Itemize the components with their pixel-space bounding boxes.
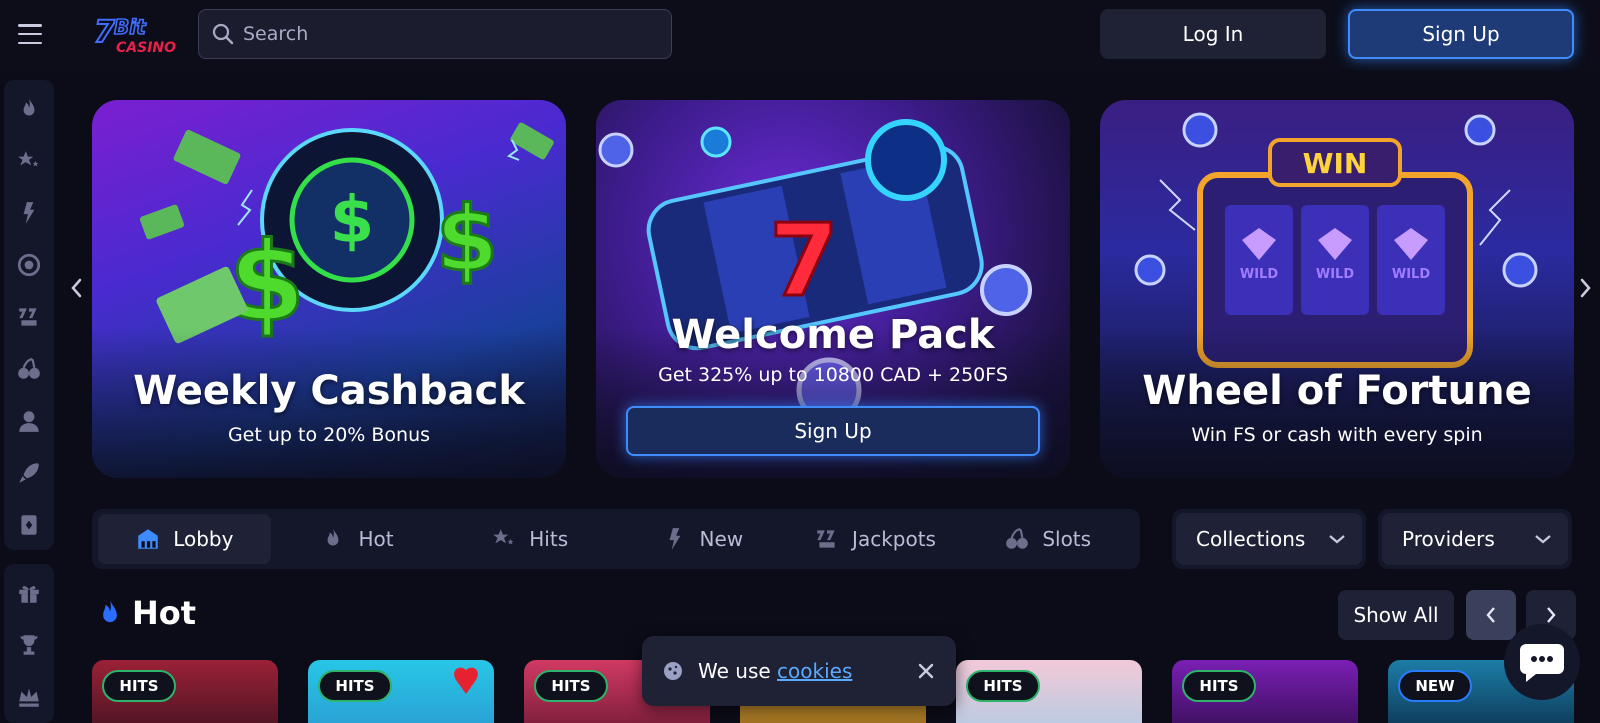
tab-lobby[interactable]: Lobby: [98, 514, 271, 564]
jackpot-icon[interactable]: [12, 300, 46, 334]
lobby-icon: [138, 529, 158, 549]
carousel-next-arrow[interactable]: [1578, 276, 1594, 300]
chevron-down-icon: [1535, 535, 1551, 544]
banner-wheel-of-fortune[interactable]: WIN WILD WILD WILD Wheel of Fortune Win …: [1100, 100, 1574, 478]
trophy-icon[interactable]: [12, 628, 46, 662]
rocket-icon[interactable]: [12, 456, 46, 490]
svg-text:7: 7: [94, 15, 115, 50]
star-icon[interactable]: [12, 144, 46, 178]
banner-subtitle: Get up to 20% Bonus: [227, 424, 431, 446]
banner-title: Welcome Pack: [671, 312, 995, 358]
fire-icon: [103, 599, 117, 623]
menu-icon[interactable]: [18, 24, 42, 44]
tab-label: Hits: [529, 527, 569, 551]
svg-text:$: $: [436, 187, 499, 292]
banner-subtitle: Win FS or cash with every spin: [1191, 424, 1483, 446]
search-icon: [212, 23, 234, 45]
login-button[interactable]: Log In: [1100, 9, 1326, 59]
game-badge: HITS: [318, 670, 392, 702]
wild-symbol: WILD: [1316, 267, 1354, 282]
win-sign: WIN: [1303, 147, 1368, 180]
tab-hits[interactable]: Hits: [443, 514, 616, 564]
cherry-icon[interactable]: [12, 352, 46, 386]
casino-logo[interactable]: 7 Bit CASINO: [92, 12, 184, 58]
banner-subtitle: Get 325% up to 10800 CAD + 250FS: [658, 364, 1008, 386]
wild-symbol: WILD: [1240, 267, 1278, 282]
chevron-right-icon: [1547, 607, 1556, 623]
cookie-text: We use: [698, 659, 771, 683]
fire-icon: [328, 528, 339, 546]
tab-jackpots[interactable]: Jackpots: [789, 514, 962, 564]
sidebar-categories: [4, 80, 54, 550]
game-badge: HITS: [1182, 670, 1256, 702]
tab-label: Hot: [358, 527, 394, 551]
top-bar: 7 Bit CASINO Log In Sign Up: [0, 0, 1600, 70]
chat-button[interactable]: [1504, 624, 1580, 700]
game-tile[interactable]: HITS: [1172, 660, 1358, 723]
svg-text:Bit: Bit: [114, 15, 147, 39]
category-tabs: Lobby Hot Hits New Jackpots Slots: [92, 509, 1140, 569]
banner-welcome-pack[interactable]: 7 Welcome Pack Get 325% up to 10800 CAD …: [596, 100, 1070, 478]
lightning-icon[interactable]: [12, 196, 46, 230]
search-bar[interactable]: [198, 9, 672, 59]
search-input[interactable]: [243, 23, 643, 45]
show-all-button[interactable]: Show All: [1338, 590, 1454, 640]
tab-label: Lobby: [173, 527, 234, 551]
card-icon[interactable]: [12, 508, 46, 542]
game-tile[interactable]: HITS: [956, 660, 1142, 723]
gem-icon: [454, 667, 478, 694]
wild-symbol: WILD: [1392, 267, 1430, 282]
game-badge: NEW: [1398, 670, 1472, 702]
close-icon[interactable]: [916, 661, 936, 681]
section-title-text: Hot: [132, 594, 197, 632]
tab-label: New: [699, 527, 744, 551]
games-prev-button[interactable]: [1466, 590, 1516, 640]
tab-hot[interactable]: Hot: [271, 514, 444, 564]
live-dealer-icon[interactable]: [12, 404, 46, 438]
sidebar: [0, 70, 58, 723]
banner-title: Wheel of Fortune: [1142, 368, 1532, 414]
banner-title: Weekly Cashback: [133, 368, 525, 414]
tab-new[interactable]: New: [616, 514, 789, 564]
section-title: Hot: [96, 594, 196, 632]
dropdown-label: Providers: [1402, 527, 1495, 551]
providers-dropdown[interactable]: Providers: [1378, 509, 1572, 569]
chevron-down-icon: [1329, 535, 1345, 544]
lightning-icon: [669, 528, 680, 550]
cookies-link[interactable]: cookies: [777, 659, 852, 683]
sidebar-extras: [4, 564, 54, 723]
banner-weekly-cashback[interactable]: $ $ $ Weekly Cashback Get up to 20% Bonu…: [92, 100, 566, 478]
fire-icon[interactable]: [12, 92, 46, 126]
tab-slots[interactable]: Slots: [961, 514, 1134, 564]
game-tile[interactable]: HITS: [92, 660, 278, 723]
svg-text:CASINO: CASINO: [116, 40, 176, 56]
collections-dropdown[interactable]: Collections: [1172, 509, 1366, 569]
tab-label: Jackpots: [852, 527, 936, 551]
tab-label: Slots: [1042, 527, 1092, 551]
signup-button[interactable]: Sign Up: [1348, 9, 1574, 59]
star-icon: [493, 529, 514, 545]
vip-icon[interactable]: [12, 680, 46, 714]
game-badge: HITS: [534, 670, 608, 702]
cookie-banner: We use cookies: [642, 636, 956, 706]
cherry-icon: [1006, 528, 1029, 549]
game-badge: HITS: [966, 670, 1040, 702]
banner-signup-button[interactable]: Sign Up: [626, 406, 1040, 456]
carousel-prev-arrow[interactable]: [68, 276, 84, 300]
game-tile[interactable]: HITS: [308, 660, 494, 723]
chevron-left-icon: [1486, 607, 1495, 623]
jackpot-icon: [817, 530, 835, 548]
target-icon[interactable]: [12, 248, 46, 282]
svg-text:7: 7: [769, 202, 839, 319]
dropdown-label: Collections: [1196, 527, 1306, 551]
gift-icon[interactable]: [12, 576, 46, 610]
chat-icon: [1520, 644, 1564, 682]
svg-text:$: $: [229, 218, 306, 346]
game-badge: HITS: [102, 670, 176, 702]
cookie-icon: [664, 662, 682, 680]
svg-text:$: $: [330, 184, 375, 258]
